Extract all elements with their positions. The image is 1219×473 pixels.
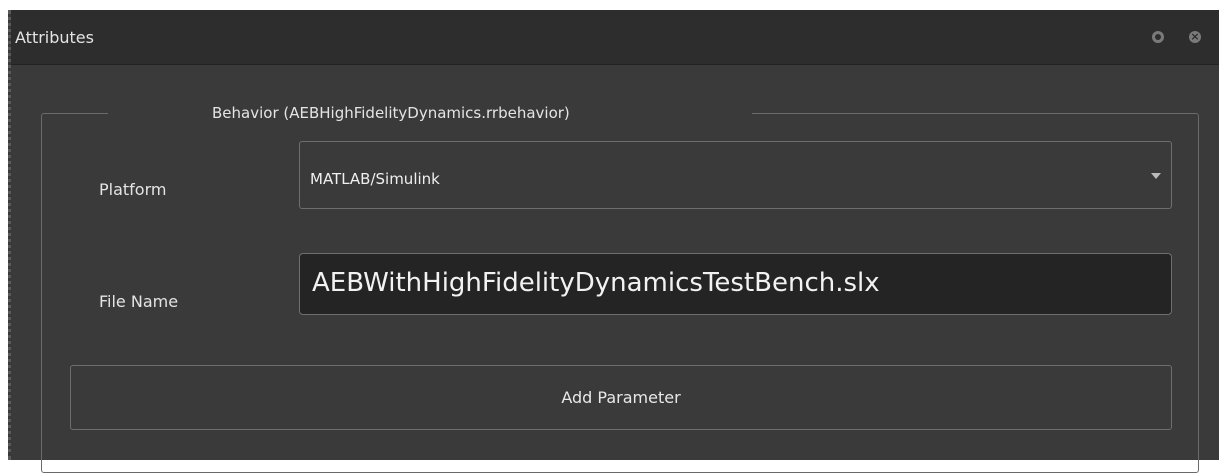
panel-title: Attributes bbox=[15, 28, 94, 47]
attributes-panel: Attributes × Behavior (AEBHighFidelityDy… bbox=[8, 10, 1219, 473]
file-name-label: File Name bbox=[99, 292, 179, 311]
add-parameter-button[interactable]: Add Parameter bbox=[70, 365, 1172, 430]
platform-dropdown-value: MATLAB/Simulink bbox=[310, 170, 440, 188]
close-icon[interactable]: × bbox=[1189, 31, 1201, 43]
file-name-field[interactable]: AEBWithHighFidelityDynamicsTestBench.slx bbox=[299, 253, 1172, 315]
panel-titlebar: Attributes × bbox=[11, 10, 1219, 65]
settings-icon[interactable] bbox=[1152, 31, 1164, 43]
chevron-down-icon[interactable] bbox=[1151, 173, 1161, 179]
behavior-group-title: Behavior (AEBHighFidelityDynamics.rrbeha… bbox=[108, 102, 752, 124]
platform-dropdown[interactable]: MATLAB/Simulink bbox=[299, 141, 1172, 209]
platform-label: Platform bbox=[99, 180, 167, 199]
